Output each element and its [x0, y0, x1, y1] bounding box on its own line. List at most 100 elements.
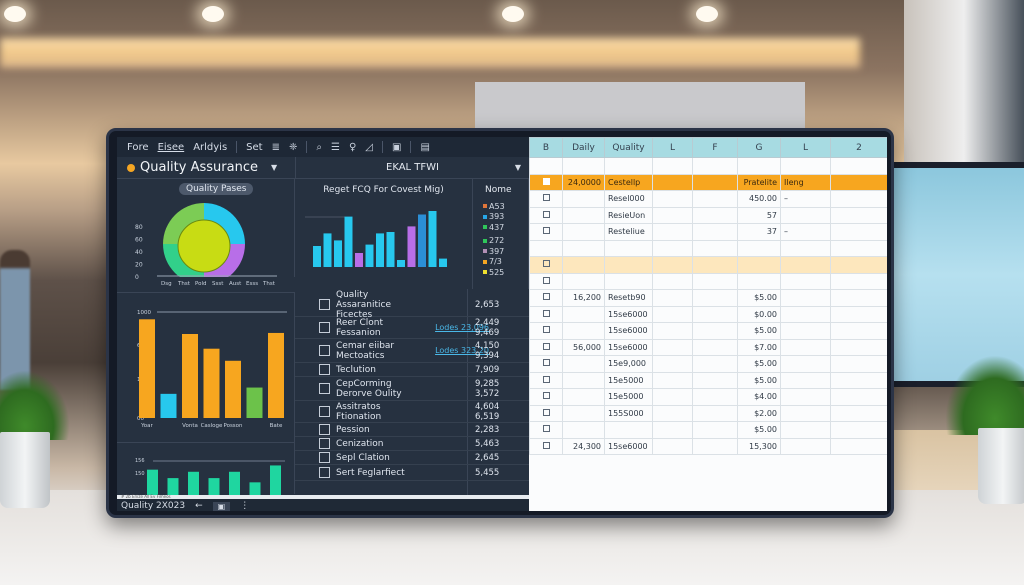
task-checkbox[interactable]: [319, 322, 330, 333]
column-header[interactable]: B: [529, 137, 563, 158]
table-cell[interactable]: [830, 371, 887, 389]
table-cell[interactable]: [652, 421, 693, 439]
task-item[interactable]: Cemar eiibar Mectoatics Lodes 323.20 4,150…: [295, 339, 529, 363]
table-row[interactable]: [529, 272, 887, 290]
search-icon[interactable]: ⌕: [316, 142, 322, 153]
menu-item-set[interactable]: Set: [246, 142, 262, 153]
table-cell[interactable]: [780, 289, 831, 307]
column-header[interactable]: G: [737, 137, 781, 158]
table-cell[interactable]: [652, 437, 693, 455]
row-checkbox[interactable]: [542, 326, 550, 334]
table-cell[interactable]: [780, 388, 831, 406]
table-cell[interactable]: [780, 272, 831, 290]
row-checkbox[interactable]: [542, 194, 550, 202]
row-checkbox-cell[interactable]: [529, 305, 563, 323]
table-cell[interactable]: [780, 157, 831, 175]
table-cell[interactable]: [692, 157, 738, 175]
column-header[interactable]: Daily: [562, 137, 605, 158]
table-cell[interactable]: 15se6000: [604, 437, 653, 455]
table-cell[interactable]: ResieUon: [604, 206, 653, 224]
table-cell[interactable]: 15,300: [737, 437, 781, 455]
table-row[interactable]: [529, 256, 887, 274]
table-cell[interactable]: [562, 157, 605, 175]
table-cell[interactable]: [652, 305, 693, 323]
more-menu-icon[interactable]: ⋮: [240, 501, 249, 511]
task-checkbox[interactable]: [319, 452, 330, 463]
row-checkbox-cell[interactable]: [529, 338, 563, 356]
row-checkbox-cell[interactable]: [529, 404, 563, 422]
table-cell[interactable]: $7.00: [737, 338, 781, 356]
task-item[interactable]: Teclution 7,909: [295, 363, 529, 377]
table-cell[interactable]: [652, 256, 693, 274]
table-row[interactable]: 15se6000 $0.00: [529, 305, 887, 323]
menu-item-analysis[interactable]: Arldyis: [193, 142, 227, 153]
table-cell[interactable]: [692, 239, 738, 257]
table-cell[interactable]: [830, 223, 887, 241]
task-checkbox[interactable]: [319, 467, 330, 478]
table-cell[interactable]: [692, 338, 738, 356]
table-cell[interactable]: 24,0000: [562, 173, 605, 191]
graph-icon[interactable]: ▤: [420, 142, 429, 153]
task-item[interactable]: Reer Clont Fessanion Lodes 23,096 2,449 9,…: [295, 317, 529, 339]
table-cell[interactable]: [692, 421, 738, 439]
table-cell[interactable]: [692, 289, 738, 307]
table-cell[interactable]: [692, 173, 738, 191]
task-item[interactable]: Assitratos Ftionation 4,604 6,519: [295, 401, 529, 423]
table-cell[interactable]: [780, 355, 831, 373]
task-checkbox[interactable]: [319, 299, 330, 310]
user-icon[interactable]: ♀: [349, 142, 356, 153]
table-cell[interactable]: 15se6000: [604, 322, 653, 340]
row-checkbox[interactable]: [542, 342, 550, 350]
table-cell[interactable]: [652, 239, 693, 257]
table-cell[interactable]: [652, 206, 693, 224]
table-row[interactable]: 155S000 $2.00: [529, 404, 887, 422]
table-cell[interactable]: Resel000: [604, 190, 653, 208]
row-checkbox-cell[interactable]: [529, 239, 563, 257]
row-checkbox[interactable]: [542, 293, 550, 301]
row-checkbox-cell[interactable]: [529, 371, 563, 389]
table-cell[interactable]: [652, 355, 693, 373]
column-header[interactable]: L: [652, 137, 693, 158]
table-cell[interactable]: [780, 338, 831, 356]
table-cell[interactable]: $2.00: [737, 404, 781, 422]
row-checkbox[interactable]: [542, 210, 550, 218]
table-cell[interactable]: [562, 404, 605, 422]
table-cell[interactable]: $5.00: [737, 371, 781, 389]
task-checkbox[interactable]: [319, 345, 330, 356]
task-item[interactable]: Sepl Clation 2,645: [295, 451, 529, 465]
table-row[interactable]: 16,200 Resetb90 $5.00: [529, 289, 887, 307]
table-cell[interactable]: [830, 173, 887, 191]
row-checkbox-cell[interactable]: [529, 388, 563, 406]
column-header[interactable]: L: [780, 137, 831, 158]
table-cell[interactable]: [692, 371, 738, 389]
table-cell[interactable]: [692, 190, 738, 208]
table-cell[interactable]: [652, 173, 693, 191]
table-cell[interactable]: [562, 223, 605, 241]
row-checkbox-cell[interactable]: [529, 206, 563, 224]
table-row[interactable]: Resel000 450.00–: [529, 190, 887, 208]
row-checkbox-cell[interactable]: [529, 157, 563, 175]
table-cell[interactable]: [652, 272, 693, 290]
row-checkbox-cell[interactable]: [529, 256, 563, 274]
table-cell[interactable]: 56,000: [562, 338, 605, 356]
table-cell[interactable]: [780, 239, 831, 257]
table-cell[interactable]: 15e9,000: [604, 355, 653, 373]
table-cell[interactable]: [830, 355, 887, 373]
table-cell[interactable]: [562, 322, 605, 340]
row-checkbox-cell[interactable]: [529, 173, 563, 191]
table-cell[interactable]: [652, 371, 693, 389]
task-item[interactable]: Pession 2,283: [295, 423, 529, 437]
table-cell[interactable]: [830, 404, 887, 422]
table-row[interactable]: $5.00: [529, 421, 887, 439]
row-checkbox[interactable]: [542, 441, 550, 449]
row-checkbox[interactable]: [542, 177, 550, 185]
table-cell[interactable]: [562, 190, 605, 208]
table-cell[interactable]: Pratelite: [737, 173, 781, 191]
task-checkbox[interactable]: [319, 383, 330, 394]
row-checkbox[interactable]: [542, 276, 550, 284]
row-checkbox[interactable]: [542, 260, 550, 268]
table-cell[interactable]: [780, 421, 831, 439]
table-cell[interactable]: 16,200: [562, 289, 605, 307]
table-cell[interactable]: 155S000: [604, 404, 653, 422]
view-selector[interactable]: EKAL TFWI ▼: [295, 157, 529, 178]
